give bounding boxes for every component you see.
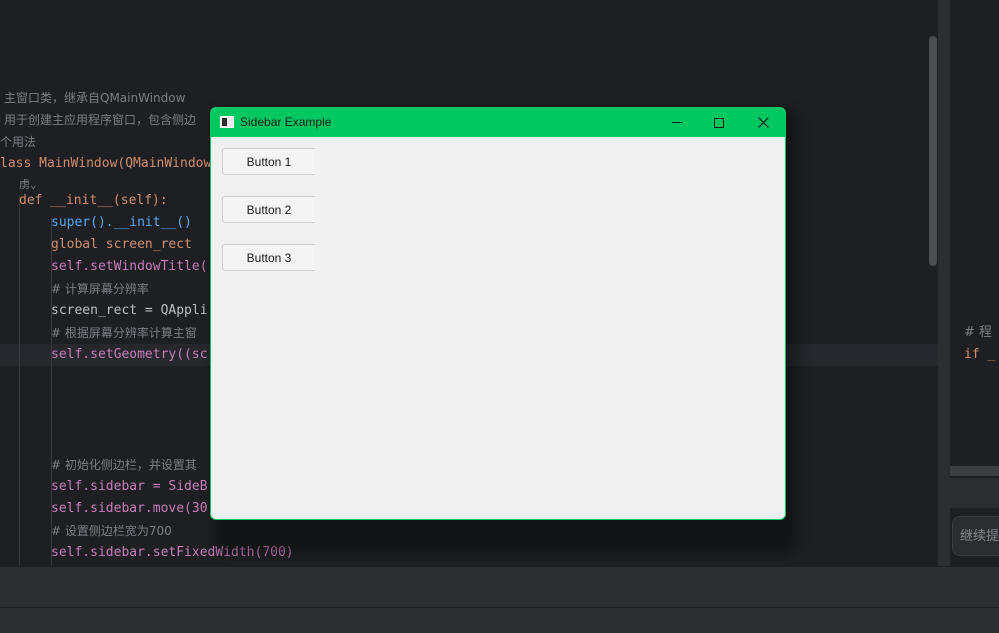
indent-guide	[19, 196, 20, 566]
panel-divider[interactable]	[938, 0, 950, 566]
code-line: global screen_rect	[51, 237, 192, 252]
code-line: # 根据屏幕分辨率计算主窗	[51, 326, 197, 340]
app-window-icon	[220, 116, 234, 128]
code-line: self.setWindowTitle(	[51, 259, 208, 274]
minimize-icon	[672, 122, 682, 123]
code-line: 主窗口类，继承自QMainWindow	[4, 91, 186, 105]
sidebar-button-3[interactable]: Button 3	[222, 244, 315, 271]
code-line: self.sidebar.move(30	[51, 501, 208, 516]
chat-input[interactable]: 继续提	[952, 516, 999, 556]
maximize-button[interactable]	[697, 108, 741, 137]
right-code-panel: # 程 if _	[950, 0, 999, 566]
code-line: # 设置侧边栏宽为700	[51, 524, 172, 538]
code-comment: # 程	[964, 325, 993, 340]
code-line: super().__init__()	[51, 215, 192, 230]
sidebar-example-window: Sidebar Example Button 1 Button 2 Button…	[210, 107, 786, 520]
code-line: # 初始化侧边栏，并设置其	[51, 458, 197, 472]
editor-scrollbar[interactable]	[929, 36, 937, 266]
sidebar-button-1[interactable]: Button 1	[222, 148, 315, 175]
code-line: # 计算屏幕分辨率	[51, 282, 149, 296]
code-line: self.setGeometry((sc	[51, 347, 208, 362]
minimize-button[interactable]	[655, 108, 699, 137]
code-line: self.sidebar = SideB	[51, 479, 208, 494]
code-line: 个用法	[0, 135, 37, 149]
code-line: lass MainWindow(QMainWindow	[0, 156, 212, 171]
code-line: if _	[964, 347, 996, 362]
panel-scroll-track	[950, 466, 999, 476]
close-button[interactable]	[741, 108, 785, 137]
status-bar	[0, 607, 999, 633]
code-line: def __init__(self):	[19, 193, 168, 208]
panel-toolbar	[950, 478, 999, 508]
sidebar-button-2[interactable]: Button 2	[222, 196, 315, 223]
code-line: screen_rect = QAppli	[51, 303, 208, 318]
window-titlebar[interactable]: Sidebar Example	[211, 108, 785, 137]
code-line: 用于创建主应用程序窗口，包含侧边	[4, 113, 197, 127]
maximize-icon	[714, 117, 724, 128]
tool-window-bar	[0, 566, 999, 607]
close-icon	[757, 117, 769, 128]
window-title: Sidebar Example	[240, 115, 332, 129]
